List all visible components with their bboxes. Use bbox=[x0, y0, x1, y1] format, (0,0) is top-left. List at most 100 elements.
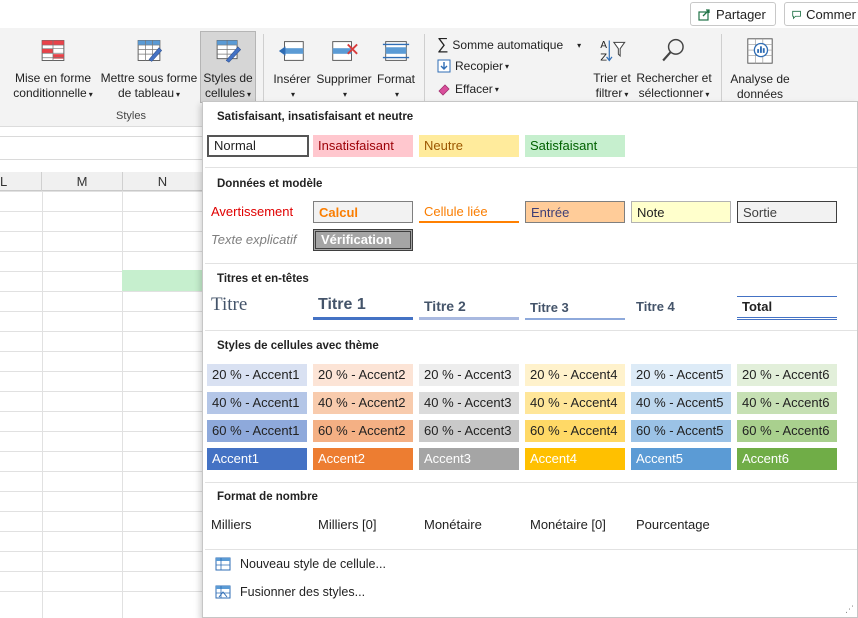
style-theme-1-1[interactable]: 20 % - Accent1 bbox=[207, 364, 307, 386]
share-button[interactable]: Partager bbox=[690, 2, 776, 26]
style-title[interactable]: Titre bbox=[206, 292, 310, 320]
grid-row-line bbox=[0, 211, 202, 212]
style-check-cell[interactable]: Vérification bbox=[313, 229, 413, 251]
grid-row-line bbox=[0, 291, 202, 292]
insert-cells-icon bbox=[278, 41, 304, 61]
selected-style-cell[interactable] bbox=[122, 270, 202, 291]
column-header-n[interactable]: N bbox=[123, 172, 202, 191]
style-heading-2[interactable]: Titre 2 bbox=[419, 294, 519, 320]
style-theme-3-5[interactable]: 60 % - Accent5 bbox=[631, 420, 731, 442]
grid-row-line bbox=[0, 311, 202, 312]
format-as-table-button[interactable]: Mettre sous forme de tableau ▾ bbox=[100, 36, 198, 102]
style-heading-1[interactable]: Titre 1 bbox=[313, 294, 413, 320]
style-theme-4-3[interactable]: Accent3 bbox=[419, 448, 519, 470]
style-theme-2-4[interactable]: 40 % - Accent4 bbox=[525, 392, 625, 414]
style-linked-cell[interactable]: Cellule liée bbox=[419, 201, 519, 223]
style-percent[interactable]: Pourcentage bbox=[631, 514, 731, 536]
section-divider bbox=[205, 263, 857, 264]
section-divider bbox=[205, 549, 857, 550]
style-explanatory-text[interactable]: Texte explicatif bbox=[206, 229, 310, 251]
insert-button[interactable]: Insérer ▾ bbox=[270, 36, 314, 102]
fill-button[interactable]: Recopier ▾ bbox=[437, 59, 509, 73]
style-theme-4-4[interactable]: Accent4 bbox=[525, 448, 625, 470]
style-currency[interactable]: Monétaire bbox=[419, 514, 519, 536]
style-theme-2-2[interactable]: 40 % - Accent2 bbox=[313, 392, 413, 414]
merge-styles-item[interactable]: Fusionner des styles... bbox=[215, 585, 365, 599]
style-theme-4-2[interactable]: Accent2 bbox=[313, 448, 413, 470]
analyze-label2: données bbox=[736, 87, 784, 101]
grid-row-line bbox=[0, 551, 202, 552]
delete-button[interactable]: Supprimer ▾ bbox=[316, 36, 372, 102]
style-theme-4-1[interactable]: Accent1 bbox=[207, 448, 307, 470]
autosum-button[interactable]: ∑ Somme automatique ▾ bbox=[437, 36, 581, 54]
style-normal[interactable]: Normal bbox=[207, 135, 309, 157]
find-select-button[interactable]: Rechercher et sélectionner ▾ bbox=[636, 36, 712, 102]
worksheet-grid[interactable] bbox=[0, 191, 202, 618]
style-input[interactable]: Entrée bbox=[525, 201, 625, 223]
styles-group-label: Styles bbox=[116, 110, 146, 122]
style-theme-4-6[interactable]: Accent6 bbox=[737, 448, 837, 470]
style-bad[interactable]: Insatisfaisant bbox=[313, 135, 413, 157]
clear-button[interactable]: Effacer ▾ bbox=[437, 82, 499, 96]
chevron-down-icon: ▾ bbox=[342, 90, 347, 99]
style-warning[interactable]: Avertissement bbox=[206, 201, 310, 223]
column-headers: L M N bbox=[0, 172, 202, 191]
style-theme-3-6[interactable]: 60 % - Accent6 bbox=[737, 420, 837, 442]
style-neutral[interactable]: Neutre bbox=[419, 135, 519, 157]
style-theme-3-3[interactable]: 60 % - Accent3 bbox=[419, 420, 519, 442]
style-theme-2-3[interactable]: 40 % - Accent3 bbox=[419, 392, 519, 414]
cell-styles-label1: Styles de bbox=[203, 71, 253, 85]
fill-label: Recopier bbox=[455, 59, 504, 73]
style-theme-2-6[interactable]: 40 % - Accent6 bbox=[737, 392, 837, 414]
formula-bar[interactable] bbox=[0, 136, 202, 160]
style-theme-2-5[interactable]: 40 % - Accent5 bbox=[631, 392, 731, 414]
new-cell-style-item[interactable]: Nouveau style de cellule... bbox=[215, 557, 386, 571]
share-label: Partager bbox=[716, 6, 766, 22]
comment-icon bbox=[792, 10, 801, 19]
sort-filter-icon: A Z bbox=[600, 40, 626, 63]
sort-filter-button[interactable]: A Z Trier et filtrer ▾ bbox=[590, 36, 634, 102]
style-theme-4-5[interactable]: Accent5 bbox=[631, 448, 731, 470]
style-theme-1-5[interactable]: 20 % - Accent5 bbox=[631, 364, 731, 386]
eraser-icon bbox=[438, 84, 450, 96]
chevron-down-icon: ▾ bbox=[705, 90, 710, 99]
section-divider bbox=[205, 330, 857, 331]
style-note[interactable]: Note bbox=[631, 201, 731, 223]
column-header-m[interactable]: M bbox=[42, 172, 123, 191]
style-theme-1-2[interactable]: 20 % - Accent2 bbox=[313, 364, 413, 386]
style-calculation[interactable]: Calcul bbox=[313, 201, 413, 223]
merge-styles-label: Fusionner des styles... bbox=[240, 585, 366, 599]
resize-grip-icon[interactable]: ⋰ bbox=[845, 604, 854, 615]
cell-styles-icon bbox=[216, 40, 242, 63]
grid-row-line bbox=[0, 491, 202, 492]
style-theme-1-6[interactable]: 20 % - Accent6 bbox=[737, 364, 837, 386]
cell-styles-button[interactable]: Styles de cellules ▾ bbox=[200, 31, 256, 103]
conditional-formatting-button[interactable]: Mise en forme conditionnelle ▾ bbox=[8, 36, 98, 102]
format-button[interactable]: Format ▾ bbox=[374, 36, 418, 102]
style-theme-1-3[interactable]: 20 % - Accent3 bbox=[419, 364, 519, 386]
analyze-label1: Analyse de bbox=[730, 72, 790, 86]
style-theme-2-1[interactable]: 40 % - Accent1 bbox=[207, 392, 307, 414]
section-title-number-format: Format de nombre bbox=[217, 491, 318, 503]
fill-down-icon bbox=[437, 59, 451, 73]
sort-label2: filtrer bbox=[595, 86, 623, 100]
style-theme-3-2[interactable]: 60 % - Accent2 bbox=[313, 420, 413, 442]
comments-button[interactable]: Commer bbox=[784, 2, 858, 26]
analyze-data-button[interactable]: Analyse de données bbox=[728, 36, 792, 102]
style-good[interactable]: Satisfaisant bbox=[525, 135, 625, 157]
style-currency-0[interactable]: Monétaire [0] bbox=[525, 514, 625, 536]
chevron-down-icon: ▾ bbox=[290, 90, 295, 99]
section-title-good-bad: Satisfaisant, insatisfaisant et neutre bbox=[217, 111, 414, 123]
style-heading-4[interactable]: Titre 4 bbox=[631, 296, 731, 320]
svg-text:A: A bbox=[600, 40, 607, 51]
grid-row-line bbox=[0, 431, 202, 432]
style-comma-0[interactable]: Milliers [0] bbox=[313, 514, 413, 536]
style-comma[interactable]: Milliers bbox=[206, 514, 310, 536]
style-theme-1-4[interactable]: 20 % - Accent4 bbox=[525, 364, 625, 386]
style-output[interactable]: Sortie bbox=[737, 201, 837, 223]
style-heading-3[interactable]: Titre 3 bbox=[525, 296, 625, 320]
column-header-l[interactable]: L bbox=[0, 172, 42, 191]
style-total[interactable]: Total bbox=[737, 296, 837, 320]
style-theme-3-4[interactable]: 60 % - Accent4 bbox=[525, 420, 625, 442]
style-theme-3-1[interactable]: 60 % - Accent1 bbox=[207, 420, 307, 442]
